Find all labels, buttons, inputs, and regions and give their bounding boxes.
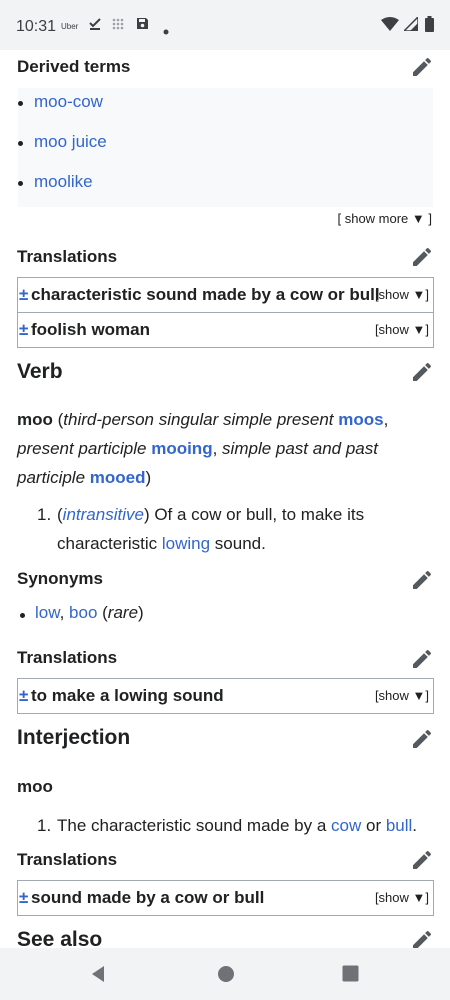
translations-heading: Translations	[17, 850, 118, 869]
form-link-mooed[interactable]: mooed	[90, 468, 146, 487]
translations-heading: Translations	[17, 247, 118, 266]
show-translation-toggle[interactable]: [show ▼]	[375, 322, 429, 337]
home-circle-icon[interactable]	[217, 965, 235, 983]
derived-terms-heading: Derived terms	[17, 57, 131, 76]
interjection-definition: 1. The characteristic sound made by a co…	[37, 816, 418, 835]
verb-heading: Verb	[17, 360, 63, 383]
edit-see-also-pencil-icon[interactable]	[410, 928, 434, 948]
derived-term-link[interactable]: moolike	[18, 172, 93, 192]
cow-link[interactable]: cow	[331, 816, 361, 835]
show-translation-toggle[interactable]: [show ▼]	[375, 688, 429, 703]
status-time: 10:31	[16, 18, 57, 35]
translation-table: ± characteristic sound made by a cow or …	[17, 277, 434, 348]
edit-derived-terms-pencil-icon[interactable]	[410, 55, 434, 79]
expand-toggle[interactable]: ±	[19, 285, 28, 305]
verb-headword-line: moo (third-person singular simple presen…	[17, 410, 389, 487]
battery-icon	[425, 16, 434, 35]
show-translation-toggle[interactable]: [show ▼]	[375, 287, 429, 302]
synonym-link-boo[interactable]: boo	[69, 603, 97, 622]
translation-gloss: foolish woman	[31, 320, 150, 339]
uber-notification-icon: Uber	[61, 22, 79, 31]
dot-icon	[163, 22, 169, 38]
translation-gloss: characteristic sound made by a cow or bu…	[31, 285, 380, 304]
wifi-icon	[381, 17, 399, 34]
interjection-headword: moo	[17, 777, 53, 796]
bullet	[20, 613, 25, 618]
bull-link[interactable]: bull	[386, 816, 412, 835]
show-more-toggle[interactable]: [ show more ▼ ]	[337, 211, 432, 226]
edit-verb-pencil-icon[interactable]	[410, 360, 434, 384]
article-content[interactable]: Derived terms moo-cow moo juice moolike …	[0, 50, 450, 948]
save-disk-icon	[136, 17, 149, 33]
signal-icon	[402, 15, 419, 34]
translation-table: ± to make a lowing sound [show ▼]	[17, 678, 434, 714]
translation-row[interactable]: ± foolish woman [show ▼]	[18, 313, 433, 347]
edit-translations-pencil-icon[interactable]	[410, 245, 434, 269]
show-translation-toggle[interactable]: [show ▼]	[375, 890, 429, 905]
edit-interjection-pencil-icon[interactable]	[410, 727, 434, 751]
edit-translations-pencil-icon[interactable]	[410, 647, 434, 671]
translation-gloss: to make a lowing sound	[31, 686, 224, 705]
expand-toggle[interactable]: ±	[19, 686, 28, 706]
grid-dots-icon	[112, 17, 124, 33]
synonyms-list: low, boo (rare)	[35, 603, 144, 622]
lowing-link[interactable]: lowing	[162, 534, 210, 553]
translation-table: ± sound made by a cow or bull [show ▼]	[17, 880, 434, 916]
verb-headword: moo	[17, 410, 53, 429]
edit-synonyms-pencil-icon[interactable]	[410, 568, 434, 592]
recents-square-icon[interactable]	[342, 965, 359, 982]
back-triangle-icon[interactable]	[88, 964, 108, 984]
expand-toggle[interactable]: ±	[19, 888, 28, 908]
status-bar: 10:31 Uber	[0, 0, 450, 50]
derived-term-link[interactable]: moo juice	[18, 132, 107, 152]
derived-terms-list: moo-cow moo juice moolike	[18, 88, 433, 207]
expand-toggle[interactable]: ±	[19, 320, 28, 340]
translation-row[interactable]: ± sound made by a cow or bull [show ▼]	[18, 881, 433, 915]
see-also-heading: See also	[17, 928, 103, 948]
navigation-bar	[0, 948, 450, 1000]
intransitive-link[interactable]: intransitive	[63, 505, 144, 524]
form-link-mooing[interactable]: mooing	[151, 439, 212, 458]
translation-row[interactable]: ± to make a lowing sound [show ▼]	[18, 679, 433, 713]
edit-translations-pencil-icon[interactable]	[410, 848, 434, 872]
synonyms-heading: Synonyms	[17, 569, 103, 588]
form-link-moos[interactable]: moos	[338, 410, 383, 429]
derived-term-link[interactable]: moo-cow	[18, 92, 103, 112]
verb-definition: 1. (intransitive) Of a cow or bull, to m…	[37, 505, 365, 553]
translations-heading: Translations	[17, 648, 118, 667]
translation-gloss: sound made by a cow or bull	[31, 888, 265, 907]
interjection-heading: Interjection	[17, 726, 131, 749]
synonym-link-low[interactable]: low	[35, 603, 60, 622]
translation-row[interactable]: ± characteristic sound made by a cow or …	[18, 278, 433, 313]
check-download-icon	[88, 17, 102, 34]
